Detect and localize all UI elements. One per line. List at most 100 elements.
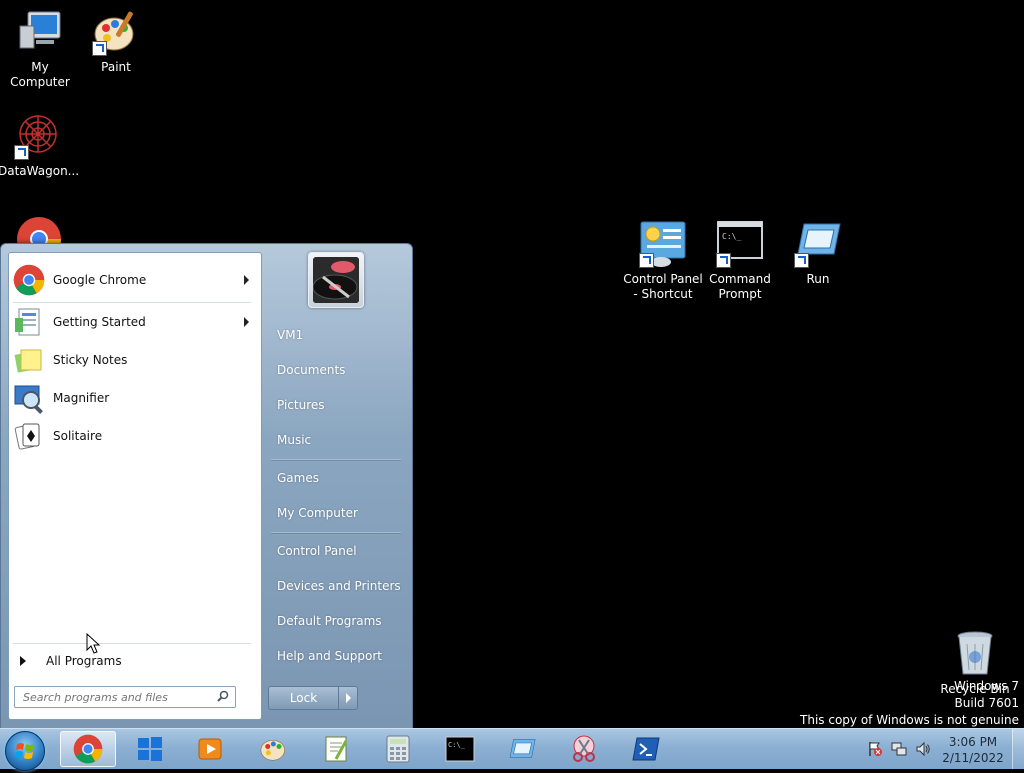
- show-desktop-button[interactable]: [1012, 729, 1024, 769]
- right-item-label: Games: [277, 471, 319, 485]
- svg-text:C:\_: C:\_: [722, 232, 741, 241]
- shortcut-arrow-icon: [14, 145, 29, 160]
- label-line: Command: [709, 272, 771, 286]
- taskbar-paint[interactable]: [246, 731, 302, 767]
- desktop-icon-control-panel[interactable]: Control Panel - Shortcut: [623, 220, 703, 302]
- desktop-icon-label: Command Prompt: [700, 272, 780, 302]
- right-item-default-programs[interactable]: Default Programs: [267, 606, 405, 636]
- command-prompt-icon: C:\_: [445, 736, 475, 762]
- start-search-input[interactable]: [21, 689, 215, 705]
- right-item-label: My Computer: [277, 506, 358, 520]
- all-programs-label: All Programs: [46, 654, 122, 668]
- desktop-icon-paint[interactable]: Paint: [76, 8, 156, 75]
- shortcut-arrow-icon: [716, 253, 731, 268]
- start-item-label: Solitaire: [53, 429, 103, 443]
- search-icon[interactable]: [217, 690, 229, 702]
- recycle-bin-icon: [951, 630, 999, 678]
- desktop-icon-label: Paint: [101, 60, 131, 74]
- right-item-my-computer[interactable]: My Computer: [267, 498, 405, 528]
- label-line: - Shortcut: [633, 287, 693, 301]
- pinned-separator: [13, 302, 251, 303]
- right-item-user[interactable]: VM1: [267, 320, 405, 350]
- right-item-label: VM1: [277, 328, 304, 342]
- sticky-notes-icon: [13, 344, 45, 376]
- start-item-getting-started[interactable]: Getting Started: [13, 304, 257, 340]
- network-icon[interactable]: [891, 741, 907, 757]
- right-item-help-and-support[interactable]: Help and Support: [267, 641, 405, 671]
- start-menu-programs-pane: Google Chrome Getting Started Sticky Not…: [8, 252, 262, 720]
- shutdown-options-arrow-icon[interactable]: [338, 687, 357, 709]
- taskbar-powershell[interactable]: [618, 731, 674, 767]
- user-account-picture[interactable]: [308, 252, 364, 308]
- start-button[interactable]: [5, 731, 45, 771]
- right-separator: [271, 459, 401, 460]
- taskbar-snipping-tool[interactable]: [556, 731, 612, 767]
- run-icon: [794, 220, 842, 268]
- magnifier-icon: [13, 382, 45, 414]
- desktop-icon-datawagon[interactable]: DataWagon...: [0, 112, 79, 179]
- solitaire-icon: [13, 420, 45, 452]
- clock-date: 2/11/2022: [942, 751, 1004, 765]
- record-player-icon: [313, 257, 359, 303]
- right-item-pictures[interactable]: Pictures: [267, 390, 405, 420]
- control-panel-icon: [639, 220, 687, 268]
- desktop-icon-chrome-partial[interactable]: [16, 216, 62, 246]
- right-item-label: Default Programs: [277, 614, 382, 628]
- windows-logo-icon: [15, 743, 34, 759]
- submenu-arrow-icon[interactable]: [244, 275, 249, 285]
- start-item-google-chrome[interactable]: Google Chrome: [13, 262, 257, 298]
- chrome-icon: [13, 264, 45, 296]
- powershell-icon: [632, 737, 660, 761]
- right-item-games[interactable]: Games: [267, 463, 405, 493]
- right-item-control-panel[interactable]: Control Panel: [267, 536, 405, 566]
- right-item-label: Control Panel: [277, 544, 357, 558]
- taskbar-media-player[interactable]: [182, 731, 238, 767]
- lock-button[interactable]: Lock: [268, 686, 358, 710]
- taskbar-notepad-plus-plus[interactable]: [308, 731, 364, 767]
- getting-started-icon: [13, 306, 45, 338]
- snipping-tool-icon: [573, 735, 595, 762]
- desktop-icon-run[interactable]: Run: [778, 220, 858, 287]
- calculator-icon: [386, 735, 410, 763]
- start-item-sticky-notes[interactable]: Sticky Notes: [13, 342, 257, 378]
- desktop-icon-command-prompt[interactable]: C:\_ Command Prompt: [700, 220, 780, 302]
- run-icon: [509, 739, 536, 758]
- start-item-magnifier[interactable]: Magnifier: [13, 380, 257, 416]
- shortcut-arrow-icon: [92, 41, 107, 56]
- taskbar-windows-store[interactable]: [122, 731, 178, 767]
- start-search-box[interactable]: [14, 686, 236, 708]
- media-player-icon: [198, 738, 222, 760]
- action-center-icon[interactable]: [867, 741, 883, 757]
- right-item-music[interactable]: Music: [267, 425, 405, 455]
- volume-icon[interactable]: [915, 741, 931, 757]
- desktop-icon-my-computer[interactable]: My Computer: [0, 8, 80, 90]
- all-programs-separator: [13, 643, 251, 644]
- mouse-cursor-icon: [86, 633, 100, 654]
- start-item-solitaire[interactable]: Solitaire: [13, 418, 257, 454]
- right-separator: [271, 532, 401, 533]
- right-item-label: Music: [277, 433, 312, 447]
- right-item-documents[interactable]: Documents: [267, 355, 405, 385]
- desktop-icon-label: My Computer: [10, 60, 70, 89]
- right-item-label: Devices and Printers: [277, 579, 401, 593]
- taskbar-run[interactable]: [494, 731, 550, 767]
- computer-icon: [16, 8, 64, 56]
- taskbar: C:\_ 3:06 PM 2/11/2022: [0, 728, 1024, 771]
- genuine-watermark: Windows 7 Build 7601 This copy of Window…: [800, 678, 1019, 729]
- right-item-devices-and-printers[interactable]: Devices and Printers: [267, 571, 405, 601]
- shortcut-arrow-icon: [639, 253, 654, 268]
- right-item-label: Help and Support: [277, 649, 382, 663]
- label-line: Control Panel: [623, 272, 703, 286]
- taskbar-command-prompt[interactable]: C:\_: [432, 731, 488, 767]
- svg-text:C:\_: C:\_: [448, 741, 466, 749]
- desktop-icon-label: Run: [806, 272, 830, 286]
- start-item-label: Google Chrome: [53, 273, 147, 287]
- all-programs-button[interactable]: All Programs: [14, 650, 254, 672]
- taskbar-calculator[interactable]: [370, 731, 426, 767]
- triangle-right-icon: [20, 656, 26, 666]
- chrome-icon: [73, 734, 103, 764]
- lock-button-label: Lock: [289, 691, 318, 705]
- submenu-arrow-icon[interactable]: [244, 317, 249, 327]
- taskbar-chrome[interactable]: [60, 731, 116, 767]
- taskbar-clock[interactable]: 3:06 PM 2/11/2022: [940, 734, 1006, 766]
